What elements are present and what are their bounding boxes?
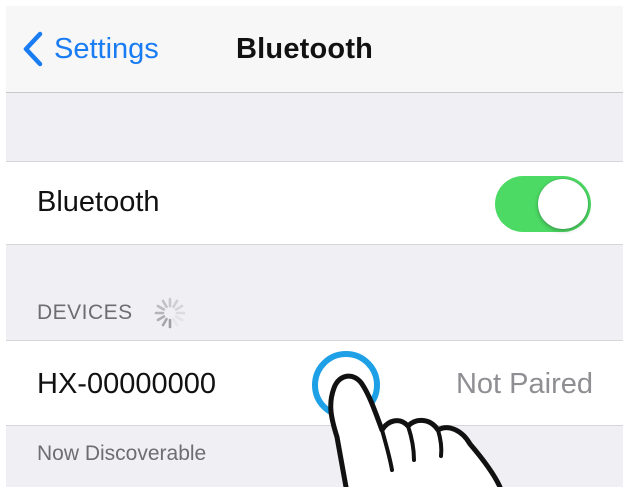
device-status: Not Paired	[455, 368, 593, 400]
bluetooth-switch[interactable]	[495, 176, 591, 232]
bluetooth-settings-screen: Settings Bluetooth Bluetooth DEVICES HX-…	[6, 6, 623, 487]
device-row-hx[interactable]: HX-00000000 Not Paired	[6, 340, 623, 426]
devices-section-header: DEVICES	[37, 296, 187, 330]
page-title: Bluetooth	[236, 33, 374, 65]
device-name: HX-00000000	[37, 368, 216, 400]
bluetooth-toggle-row: Bluetooth	[6, 161, 623, 245]
switch-knob	[538, 179, 588, 229]
discoverable-status: Now Discoverable	[37, 442, 207, 465]
back-button-label: Settings	[54, 32, 159, 65]
navigation-bar: Settings Bluetooth	[6, 6, 623, 93]
spinner-icon	[154, 297, 186, 329]
back-button[interactable]: Settings	[22, 29, 159, 69]
chevron-left-icon	[23, 31, 43, 67]
bluetooth-toggle-label: Bluetooth	[37, 186, 160, 218]
devices-header-label: DEVICES	[37, 301, 133, 324]
